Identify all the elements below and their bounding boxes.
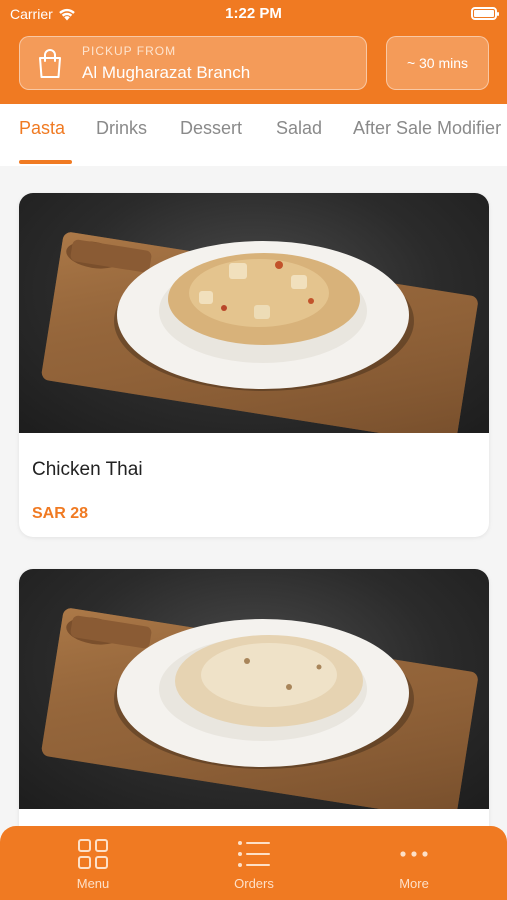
tab-drinks[interactable]: Drinks — [96, 118, 147, 139]
grid-icon — [78, 839, 108, 869]
category-tabs: Pasta Drinks Dessert Salad After Sale Mo… — [0, 104, 507, 166]
nav-menu-label: Menu — [76, 876, 110, 891]
battery-icon — [471, 7, 499, 20]
clock: 1:22 PM — [225, 5, 282, 22]
status-bar: Carrier 1:22 PM — [0, 0, 507, 30]
nav-more[interactable]: More — [374, 838, 454, 891]
tab-after-sale-modifier[interactable]: After Sale Modifier — [353, 118, 501, 139]
pickup-label: PICKUP FROM — [82, 44, 177, 58]
item-name: Chicken Thai — [32, 459, 143, 480]
more-icon — [400, 851, 428, 857]
tab-salad[interactable]: Salad — [276, 118, 322, 139]
tab-pasta[interactable]: Pasta — [19, 118, 65, 139]
nav-menu[interactable]: Menu — [53, 838, 133, 891]
item-image — [19, 569, 489, 820]
eta-badge[interactable]: ~ 30 mins — [386, 36, 489, 90]
shopping-bag-icon — [34, 46, 66, 80]
header: Carrier 1:22 PM PICKUP FROM Al Mugharaza… — [0, 0, 507, 104]
pickup-selector[interactable]: PICKUP FROM Al Mugharazat Branch — [19, 36, 367, 90]
bottom-nav: Menu Orders More — [0, 826, 507, 900]
nav-more-label: More — [399, 876, 429, 891]
nav-orders[interactable]: Orders — [214, 838, 294, 891]
item-image — [19, 193, 489, 444]
nav-orders-label: Orders — [234, 876, 274, 891]
tab-dessert[interactable]: Dessert — [180, 118, 242, 139]
tab-indicator — [19, 160, 72, 164]
menu-item-card[interactable]: Chicken Thai SAR 28 — [19, 193, 489, 537]
menu-item-card[interactable] — [19, 569, 489, 869]
item-price: SAR 28 — [32, 505, 89, 522]
pickup-branch: Al Mugharazat Branch — [82, 63, 251, 82]
list-icon — [238, 841, 270, 867]
